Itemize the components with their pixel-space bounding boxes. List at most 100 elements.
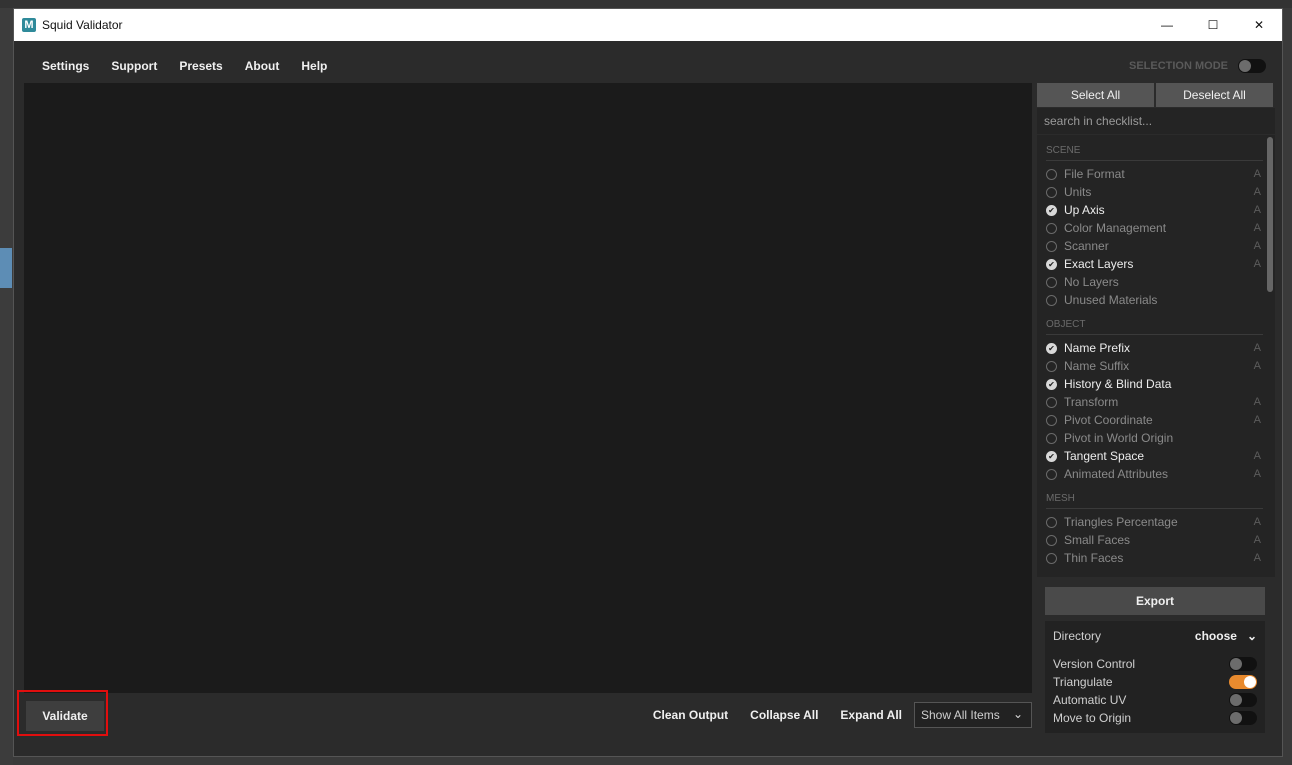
menu-support[interactable]: Support (111, 59, 157, 73)
bottom-bar: Validate Clean Output Collapse All Expan… (17, 690, 1032, 737)
auto-fix-badge[interactable]: A (1254, 450, 1261, 462)
checklist-item[interactable]: Pivot in World Origin (1037, 429, 1275, 447)
auto-fix-badge[interactable]: A (1254, 468, 1261, 480)
unchecked-circle-icon[interactable] (1046, 552, 1057, 564)
auto-fix-badge[interactable]: A (1254, 258, 1261, 270)
unchecked-circle-icon[interactable] (1046, 516, 1057, 528)
checklist[interactable]: SCENE File Format A Units A ✔ Up Axis A Color Ma… (1037, 135, 1275, 577)
auto-fix-badge[interactable]: A (1254, 240, 1261, 252)
checklist-item[interactable]: Name Suffix A (1037, 357, 1275, 375)
unchecked-circle-icon[interactable] (1046, 222, 1057, 234)
unchecked-circle-icon[interactable] (1046, 432, 1057, 444)
validate-highlight-box (17, 690, 108, 736)
selection-mode-toggle[interactable] (1238, 59, 1266, 73)
checklist-item-label: Exact Layers (1064, 257, 1134, 271)
directory-row: Directory choose ⌄ (1053, 629, 1257, 643)
checklist-item[interactable]: Color Management A (1037, 219, 1275, 237)
unchecked-circle-icon[interactable] (1046, 534, 1057, 546)
minimize-button[interactable]: — (1144, 9, 1190, 41)
squid-validator-window: M Squid Validator — ☐ ✕ Settings Support… (13, 8, 1283, 757)
menu-help[interactable]: Help (301, 59, 327, 73)
unchecked-circle-icon[interactable] (1046, 414, 1057, 426)
clean-output-button[interactable]: Clean Output (653, 708, 728, 722)
checklist-item[interactable]: Transform A (1037, 393, 1275, 411)
unchecked-circle-icon[interactable] (1046, 468, 1057, 480)
unchecked-circle-icon[interactable] (1046, 360, 1057, 372)
checklist-item[interactable]: No Layers (1037, 273, 1275, 291)
deselect-all-button[interactable]: Deselect All (1156, 83, 1273, 107)
checklist-search-input[interactable]: search in checklist... (1037, 108, 1275, 134)
option-toggle[interactable] (1229, 675, 1257, 689)
auto-fix-badge[interactable]: A (1254, 204, 1261, 216)
auto-fix-badge[interactable]: A (1254, 534, 1261, 546)
auto-fix-badge[interactable]: A (1254, 414, 1261, 426)
auto-fix-badge[interactable]: A (1254, 552, 1261, 564)
unchecked-circle-icon[interactable] (1046, 396, 1057, 408)
option-label: Triangulate (1053, 675, 1113, 689)
checklist-item-label: Up Axis (1064, 203, 1105, 217)
section-header: MESH (1046, 483, 1263, 509)
directory-chooser[interactable]: choose ⌄ (1195, 629, 1257, 643)
export-button[interactable]: Export (1045, 587, 1265, 615)
select-all-button[interactable]: Select All (1037, 83, 1154, 107)
checked-circle-icon[interactable]: ✔ (1046, 450, 1057, 462)
output-area[interactable] (24, 83, 1032, 693)
option-label: Automatic UV (1053, 693, 1127, 707)
auto-fix-badge[interactable]: A (1254, 516, 1261, 528)
auto-fix-badge[interactable]: A (1254, 396, 1261, 408)
menu-settings[interactable]: Settings (42, 59, 89, 73)
checked-circle-icon[interactable]: ✔ (1046, 258, 1057, 270)
auto-fix-badge[interactable]: A (1254, 222, 1261, 234)
checklist-item[interactable]: ✔ History & Blind Data (1037, 375, 1275, 393)
unchecked-circle-icon[interactable] (1046, 294, 1057, 306)
maximize-button[interactable]: ☐ (1190, 9, 1236, 41)
option-row: Automatic UV (1053, 693, 1257, 707)
toggle-knob (1244, 676, 1256, 688)
unchecked-circle-icon[interactable] (1046, 240, 1057, 252)
checklist-item[interactable]: File Format A (1037, 165, 1275, 183)
checklist-item[interactable]: ✔ Exact Layers A (1037, 255, 1275, 273)
checklist-item[interactable]: ✔ Up Axis A (1037, 201, 1275, 219)
option-toggle[interactable] (1229, 657, 1257, 671)
checklist-item[interactable]: Pivot Coordinate A (1037, 411, 1275, 429)
checklist-item-label: Units (1064, 185, 1092, 199)
checklist-item-label: Color Management (1064, 221, 1167, 235)
filter-dropdown[interactable]: Show All Items ⌄ (914, 702, 1032, 728)
checklist-item[interactable]: Thin Faces A (1037, 549, 1275, 567)
unchecked-circle-icon[interactable] (1046, 276, 1057, 288)
close-button[interactable]: ✕ (1236, 9, 1282, 41)
menu-bar: Settings Support Presets About Help SELE… (24, 49, 1274, 83)
export-options: Directory choose ⌄ Version Control Triang… (1045, 621, 1265, 733)
checklist-item[interactable]: Small Faces A (1037, 531, 1275, 549)
collapse-all-button[interactable]: Collapse All (750, 708, 818, 722)
checklist-item[interactable]: Scanner A (1037, 237, 1275, 255)
directory-label: Directory (1053, 629, 1102, 643)
selection-buttons: Select All Deselect All (1037, 83, 1275, 107)
checked-circle-icon[interactable]: ✔ (1046, 204, 1057, 216)
checklist-item[interactable]: ✔ Tangent Space A (1037, 447, 1275, 465)
checked-circle-icon[interactable]: ✔ (1046, 378, 1057, 390)
unchecked-circle-icon[interactable] (1046, 168, 1057, 180)
checklist-item[interactable]: Triangles Percentage A (1037, 513, 1275, 531)
title-bar[interactable]: M Squid Validator — ☐ ✕ (14, 9, 1282, 41)
checklist-item[interactable]: ✔ Name Prefix A (1037, 339, 1275, 357)
unchecked-circle-icon[interactable] (1046, 186, 1057, 198)
toggle-knob (1239, 60, 1251, 72)
checklist-item-label: No Layers (1064, 275, 1119, 289)
auto-fix-badge[interactable]: A (1254, 342, 1261, 354)
auto-fix-badge[interactable]: A (1254, 360, 1261, 372)
directory-value: choose (1194, 629, 1237, 643)
auto-fix-badge[interactable]: A (1254, 168, 1261, 180)
checklist-item[interactable]: Animated Attributes A (1037, 465, 1275, 483)
auto-fix-badge[interactable]: A (1254, 186, 1261, 198)
option-toggle[interactable] (1229, 693, 1257, 707)
checklist-item[interactable]: Unused Materials (1037, 291, 1275, 309)
menu-about[interactable]: About (245, 59, 280, 73)
option-toggle[interactable] (1229, 711, 1257, 725)
checklist-item[interactable]: Units A (1037, 183, 1275, 201)
checked-circle-icon[interactable]: ✔ (1046, 342, 1057, 354)
checklist-item-label: File Format (1064, 167, 1125, 181)
filter-value: Show All Items (921, 708, 1000, 722)
menu-presets[interactable]: Presets (179, 59, 222, 73)
expand-all-button[interactable]: Expand All (840, 708, 902, 722)
